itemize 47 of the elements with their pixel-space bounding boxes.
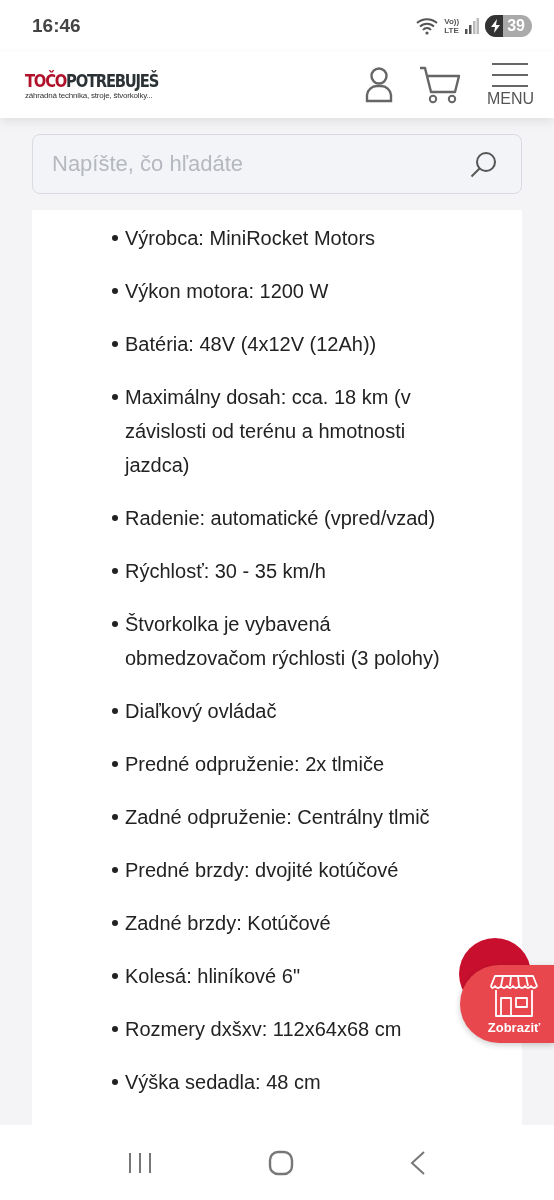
spec-item: Predné odpruženie: 2x tlmiče	[125, 752, 386, 777]
bullet-icon	[112, 394, 118, 400]
spec-item: Maximálny dosah: cca. 18 km (v závislosti od terénu a hmotnosti jazdca)	[125, 385, 412, 478]
bullet-icon	[112, 1079, 118, 1085]
menu-button[interactable]: MENU	[486, 62, 534, 108]
status-time: 16:46	[32, 15, 81, 37]
bullet-icon	[112, 814, 118, 820]
bullet-icon	[112, 920, 118, 926]
cart-button[interactable]	[418, 66, 461, 104]
home-icon[interactable]	[268, 1149, 294, 1176]
bullet-icon	[112, 288, 118, 294]
account-button[interactable]	[364, 67, 393, 103]
spec-item: Diaľkový ovládač	[125, 699, 278, 724]
bullet-icon	[112, 708, 118, 714]
bullet-icon	[112, 235, 118, 241]
bullet-icon	[112, 621, 118, 627]
spec-item: Rýchlosť: 30 - 35 km/h	[125, 559, 327, 584]
bullet-icon	[112, 761, 118, 767]
spec-item: Zadné odpruženie: Centrálny tlmič	[125, 805, 431, 830]
bullet-icon	[112, 1026, 118, 1032]
spec-item: Radenie: automatické (vpred/vzad)	[125, 506, 437, 531]
search-icon[interactable]	[470, 150, 498, 178]
bullet-icon	[112, 568, 118, 574]
spec-item: Predné brzdy: dvojité kotúčové	[125, 858, 400, 883]
spec-item: Štvorkolka je vybavená obmedzovačom rýchlosti (3 polohy)	[125, 612, 441, 671]
spec-item: Rozmery dxšxv: 112x64x68 cm	[125, 1017, 403, 1042]
wifi-icon	[416, 17, 439, 35]
recent-apps-icon[interactable]	[128, 1150, 152, 1175]
back-icon[interactable]	[410, 1149, 426, 1176]
spec-item: Batéria: 48V (4x12V (12Ah))	[125, 332, 378, 357]
spec-item: Výkon motora: 1200 W	[125, 279, 330, 304]
bullet-icon	[112, 515, 118, 521]
bullet-icon	[112, 867, 118, 873]
store-button[interactable]: Zobraziť	[460, 965, 554, 1043]
spec-item: Výška sedadla: 48 cm	[125, 1070, 322, 1095]
spec-item: Kolesá: hliníkové 6"	[125, 964, 301, 989]
bullet-icon	[112, 973, 118, 979]
logo-title[interactable]: TOČOPOTREBUJEŠ	[25, 70, 159, 91]
bullet-icon	[112, 341, 118, 347]
search-field[interactable]: Napíšte, čo hľadáte	[32, 134, 522, 194]
spec-item: Výrobca: MiniRocket Motors	[125, 226, 377, 251]
store-icon	[489, 973, 539, 1018]
spec-item: Zadné brzdy: Kotúčové	[125, 911, 332, 936]
battery-indicator: 39	[485, 15, 532, 37]
signal-icon	[465, 18, 480, 34]
logo-tagline: záhradná technika, stroje, štvorkolky...	[25, 91, 154, 100]
volte-indicator: Vo)) LTE	[444, 17, 460, 35]
